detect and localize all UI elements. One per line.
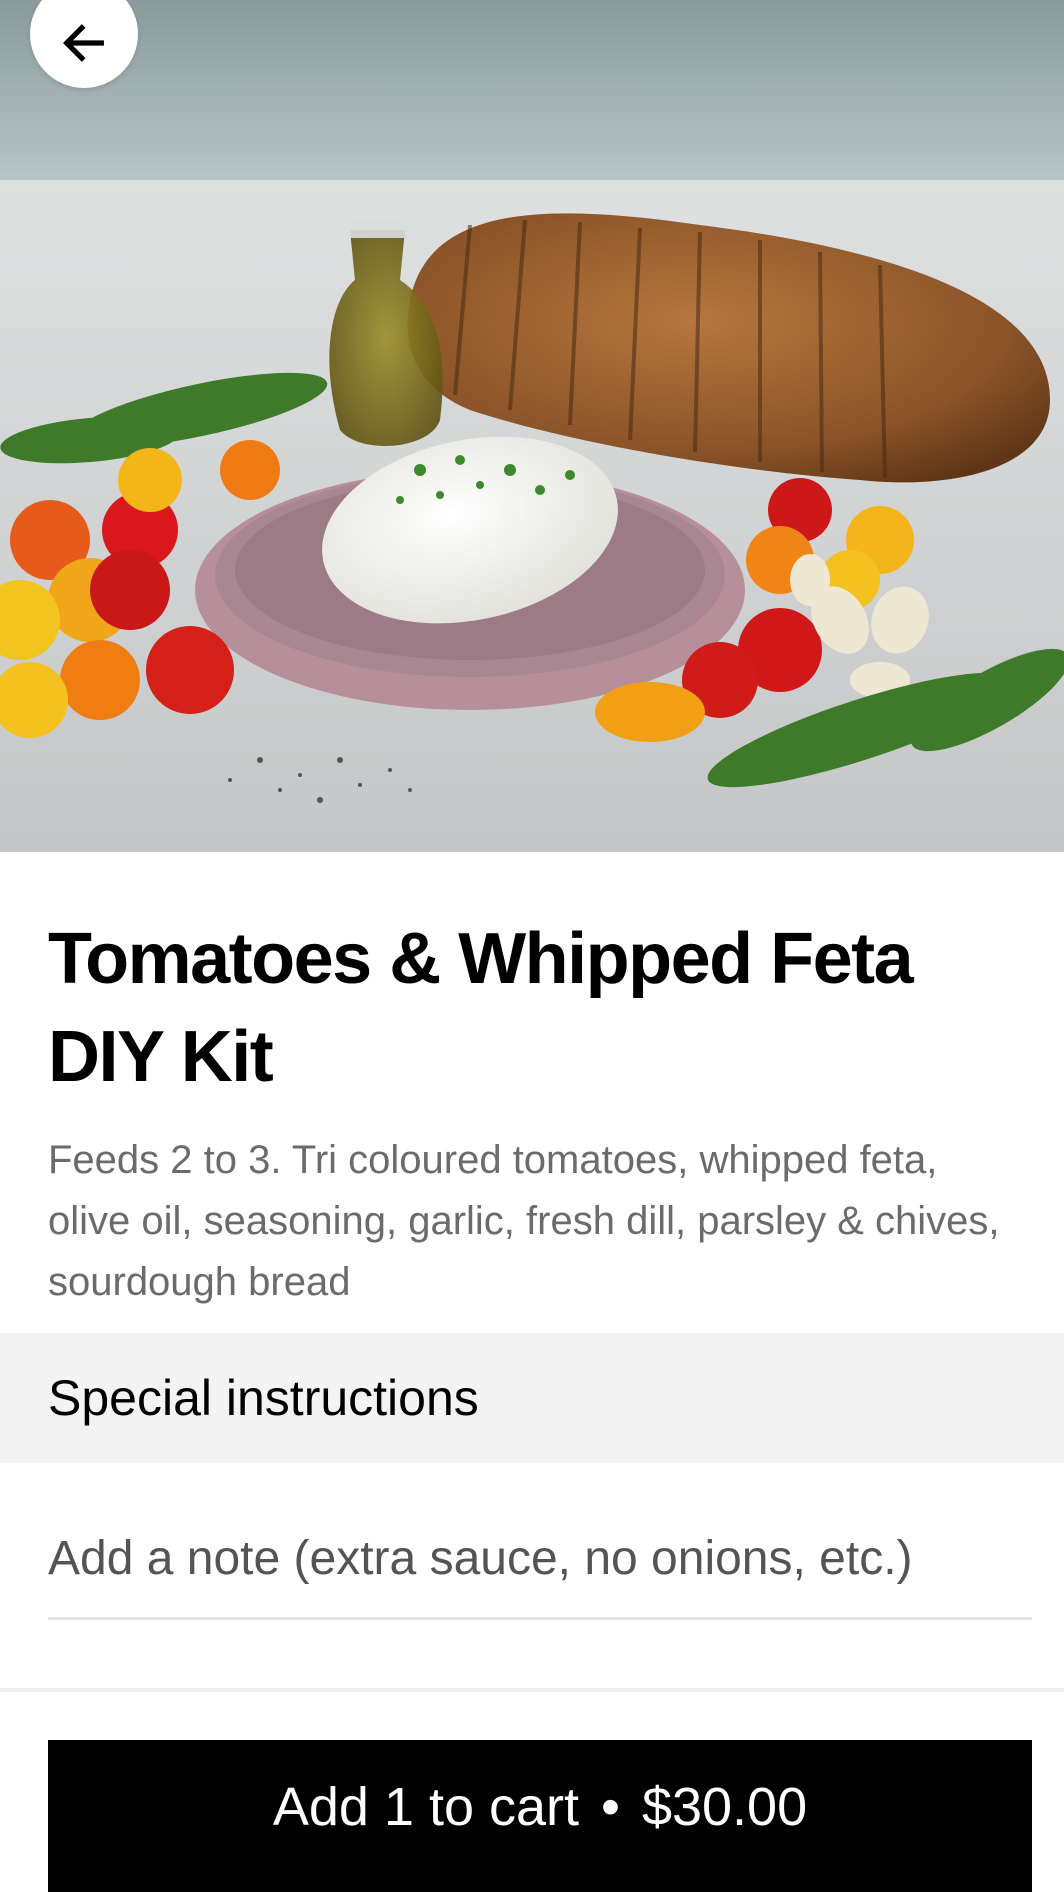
special-instructions-note-input[interactable] (48, 1500, 1032, 1620)
special-instructions-heading: Special instructions (48, 1370, 479, 1426)
add-to-cart-label: Add 1 to cart (272, 1777, 580, 1837)
product-image (0, 0, 1064, 852)
item-description: Feeds 2 to 3. Tri coloured tomatoes, whi… (48, 1138, 1000, 1304)
cart-price: $30.00 (641, 1777, 808, 1837)
separator-dot: • (601, 1777, 620, 1837)
arrow-left-icon (62, 24, 104, 62)
divider (0, 1688, 1064, 1692)
add-to-cart-button[interactable]: Add 1 to cart • $30.00 (48, 1740, 1032, 1892)
item-title: Tomatoes & Whipped Feta DIY Kit (48, 919, 914, 1097)
special-instructions-header: Special instructions (0, 1333, 1064, 1463)
